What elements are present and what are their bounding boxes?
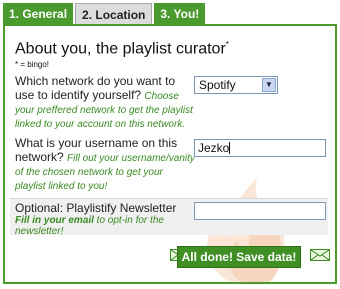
tab-location[interactable]: 2. Location: [75, 3, 153, 25]
username-value: Jezko: [198, 141, 230, 155]
newsletter-hint: Fill in your email to opt-in for the new…: [15, 215, 165, 237]
username-input[interactable]: Jezko: [194, 139, 326, 157]
save-button[interactable]: All done! Save data!: [177, 246, 301, 268]
newsletter-hint-bold: Fill in your email: [15, 215, 94, 226]
form-panel: About you, the playlist curator* * = bin…: [3, 24, 337, 284]
chevron-down-icon[interactable]: ▼: [262, 78, 276, 92]
envelope-icon: [310, 249, 330, 261]
newsletter-title: Optional: Playlistify Newsletter: [15, 201, 177, 215]
network-select[interactable]: Spotify ▼: [194, 76, 278, 94]
text-caret: [229, 142, 231, 154]
tab-you[interactable]: 3. You!: [154, 3, 206, 25]
tab-general[interactable]: 1. General: [3, 3, 74, 25]
username-question: What is your username on this network? F…: [15, 136, 195, 192]
network-question: Which network do you want to use to iden…: [15, 74, 195, 130]
newsletter-email-input[interactable]: [194, 202, 326, 220]
bingo-note: * = bingo!: [15, 60, 50, 69]
page-title: About you, the playlist curator*: [15, 40, 229, 58]
tab-bar: 1. General 2. Location 3. You!: [3, 3, 207, 25]
network-selected-value: Spotify: [199, 78, 236, 92]
